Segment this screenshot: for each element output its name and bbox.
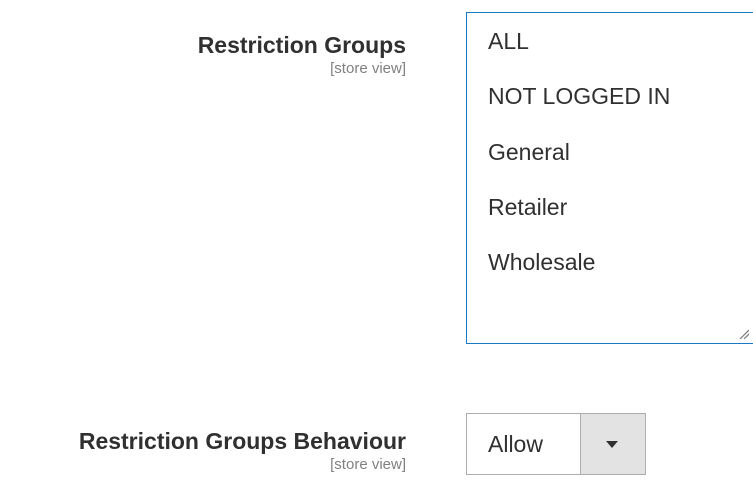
select-value: Allow [488,431,543,457]
restriction-groups-behaviour-select[interactable]: Allow [466,413,646,475]
config-form: Restriction Groups [store view] ALL NOT … [0,0,753,486]
resize-grip-icon[interactable] [739,329,749,339]
restriction-groups-scope: [store view] [330,60,406,77]
restriction-groups-behaviour-label: Restriction Groups Behaviour [78,428,406,454]
option-wholesale[interactable]: Wholesale [488,248,595,276]
restriction-groups-label: Restriction Groups [197,32,406,58]
option-general[interactable]: General [488,138,570,166]
restriction-groups-label-block: Restriction Groups [store view] [198,31,406,78]
option-retailer[interactable]: Retailer [488,193,567,221]
restriction-groups-behaviour-scope: [store view] [330,456,406,473]
chevron-down-icon [606,441,618,448]
restriction-groups-behaviour-label-block: Restriction Groups Behaviour [store view… [79,427,406,474]
restriction-groups-multiselect[interactable]: ALL NOT LOGGED IN General Retailer Whole… [466,12,753,344]
dropdown-toggle[interactable] [580,414,645,474]
option-not-logged-in[interactable]: NOT LOGGED IN [488,82,670,110]
option-all[interactable]: ALL [488,27,529,55]
